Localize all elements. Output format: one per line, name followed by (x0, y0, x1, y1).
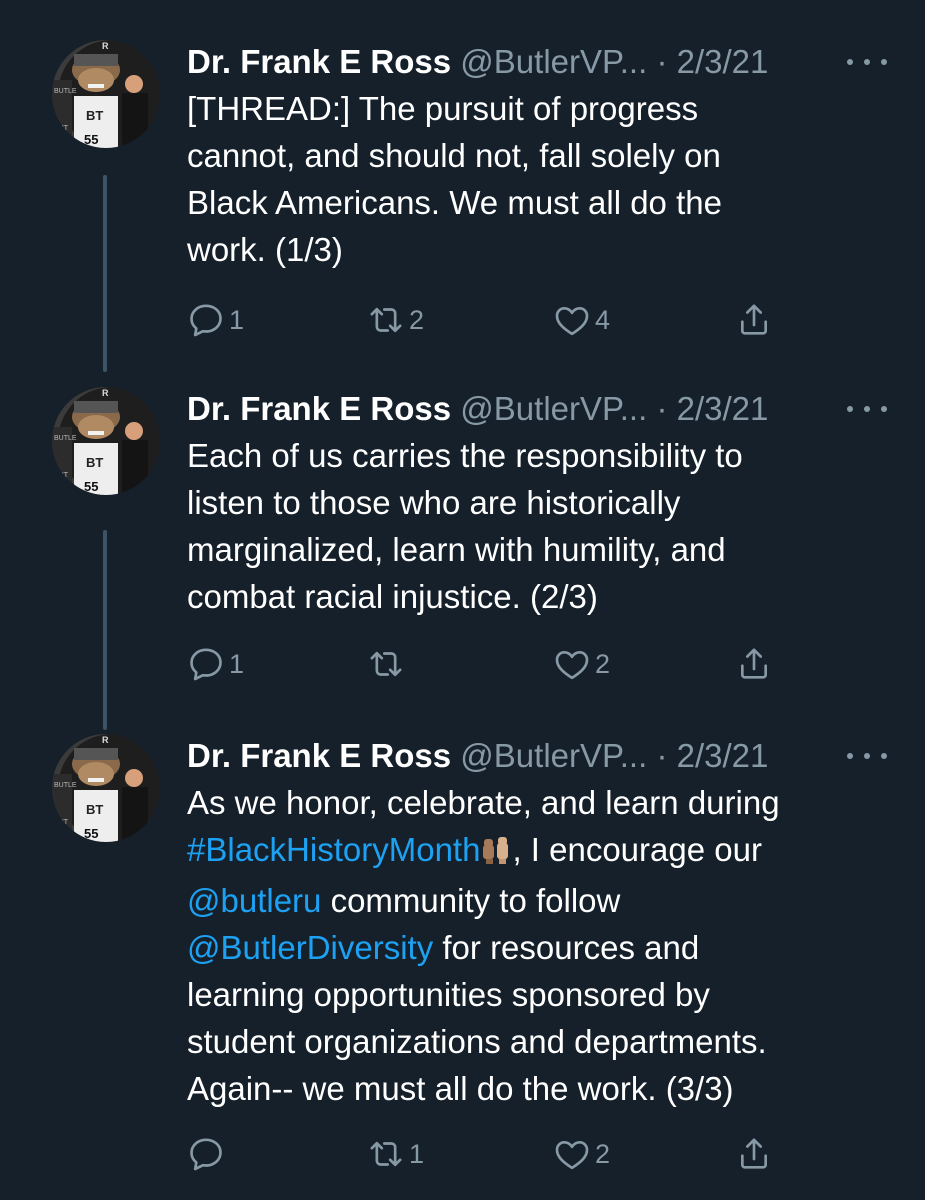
tweet-header: Dr. Frank E Ross @ButlerVP... · 2/3/21 (187, 40, 887, 84)
tweet-date[interactable]: 2/3/21 (677, 43, 769, 80)
tweet-actions: 1 2 (0, 642, 925, 686)
like-button[interactable]: 2 (552, 642, 610, 686)
like-count: 4 (595, 304, 611, 335)
tweet-text-segment: , I encourage our (512, 831, 762, 868)
share-icon (734, 1134, 774, 1174)
hashtag-link[interactable]: #BlackHistoryMonth (187, 831, 480, 868)
tweet-text-line: listen to those who are historically (187, 484, 681, 521)
tweet-actions: 1 2 (0, 1132, 925, 1176)
tweet-text-line: combat racial injustice. (2/3) (187, 578, 598, 615)
share-button[interactable] (734, 298, 774, 342)
separator-dot: · (656, 43, 668, 80)
mention-link[interactable]: @ButlerDiversity (187, 929, 433, 966)
tweet-text-line: [THREAD:] The pursuit of progress (187, 90, 699, 127)
retweet-count: 2 (409, 304, 425, 335)
tweet-text-line: @ButlerDiversity for resources and (187, 924, 887, 971)
tweet-text: As we honor, celebrate, and learn during… (187, 779, 887, 1112)
tweet-date[interactable]: 2/3/21 (677, 737, 769, 774)
share-icon (734, 644, 774, 684)
like-count: 2 (595, 648, 611, 679)
tweet-text-line: As we honor, celebrate, and learn during (187, 784, 780, 821)
mention-link[interactable]: @butleru (187, 882, 321, 919)
thread-connector-line (103, 175, 107, 372)
more-icon[interactable] (847, 40, 887, 84)
reply-count: 1 (229, 648, 245, 679)
reply-button[interactable]: 1 (186, 642, 244, 686)
tweet-text-line: Again-- we must all do the work. (3/3) (187, 1070, 734, 1107)
share-button[interactable] (734, 642, 774, 686)
thread-connector-line (103, 530, 107, 730)
more-icon[interactable] (847, 387, 887, 431)
tweet-text-line: work. (1/3) (187, 231, 343, 268)
retweet-icon (366, 1134, 406, 1174)
separator-dot: · (656, 737, 668, 774)
separator-dot: · (656, 390, 668, 427)
tweet-text-line: Each of us carries the responsibility to (187, 437, 743, 474)
like-count: 2 (595, 1138, 611, 1169)
author-handle[interactable]: @ButlerVP... (460, 43, 647, 80)
author-name[interactable]: Dr. Frank E Ross (187, 737, 451, 774)
tweet-header: Dr. Frank E Ross @ButlerVP... · 2/3/21 (187, 387, 887, 431)
tweet-text-segment: community to follow (321, 882, 621, 919)
author-handle[interactable]: @ButlerVP... (460, 737, 647, 774)
retweet-button[interactable]: 1 (366, 1132, 424, 1176)
tweet-text-line: cannot, and should not, fall solely on (187, 137, 721, 174)
avatar[interactable] (52, 734, 160, 842)
heart-icon (552, 644, 592, 684)
retweet-count: 1 (409, 1138, 425, 1169)
reply-count: 1 (229, 304, 245, 335)
reply-button[interactable] (186, 1132, 229, 1176)
share-icon (734, 300, 774, 340)
raised-fists-emoji (480, 830, 512, 877)
like-button[interactable]: 4 (552, 298, 610, 342)
tweet-text-line: student organizations and departments. (187, 1023, 767, 1060)
reply-icon (186, 644, 226, 684)
retweet-button[interactable] (366, 642, 409, 686)
more-icon[interactable] (847, 734, 887, 778)
tweet-text-segment: for resources and (433, 929, 700, 966)
retweet-button[interactable]: 2 (366, 298, 424, 342)
tweet-text-line: #BlackHistoryMonth , I encourage our (187, 826, 887, 877)
reply-button[interactable]: 1 (186, 298, 244, 342)
tweet-text-line: learning opportunities sponsored by (187, 976, 710, 1013)
author-handle[interactable]: @ButlerVP... (460, 390, 647, 427)
tweet-text: Each of us carries the responsibility to… (187, 432, 887, 620)
retweet-icon (366, 644, 406, 684)
tweet-actions: 1 2 4 (0, 298, 925, 342)
avatar[interactable] (52, 40, 160, 148)
author-name[interactable]: Dr. Frank E Ross (187, 390, 451, 427)
avatar[interactable] (52, 387, 160, 495)
heart-icon (552, 1134, 592, 1174)
tweet-header: Dr. Frank E Ross @ButlerVP... · 2/3/21 (187, 734, 887, 778)
tweet-date[interactable]: 2/3/21 (677, 390, 769, 427)
tweet-text: [THREAD:] The pursuit of progress cannot… (187, 85, 887, 273)
tweet-text-line: @butleru community to follow (187, 877, 887, 924)
reply-icon (186, 1134, 226, 1174)
like-button[interactable]: 2 (552, 1132, 610, 1176)
heart-icon (552, 300, 592, 340)
retweet-icon (366, 300, 406, 340)
share-button[interactable] (734, 1132, 774, 1176)
reply-icon (186, 300, 226, 340)
author-name[interactable]: Dr. Frank E Ross (187, 43, 451, 80)
tweet-text-line: Black Americans. We must all do the (187, 184, 722, 221)
tweet-text-line: marginalized, learn with humility, and (187, 531, 726, 568)
